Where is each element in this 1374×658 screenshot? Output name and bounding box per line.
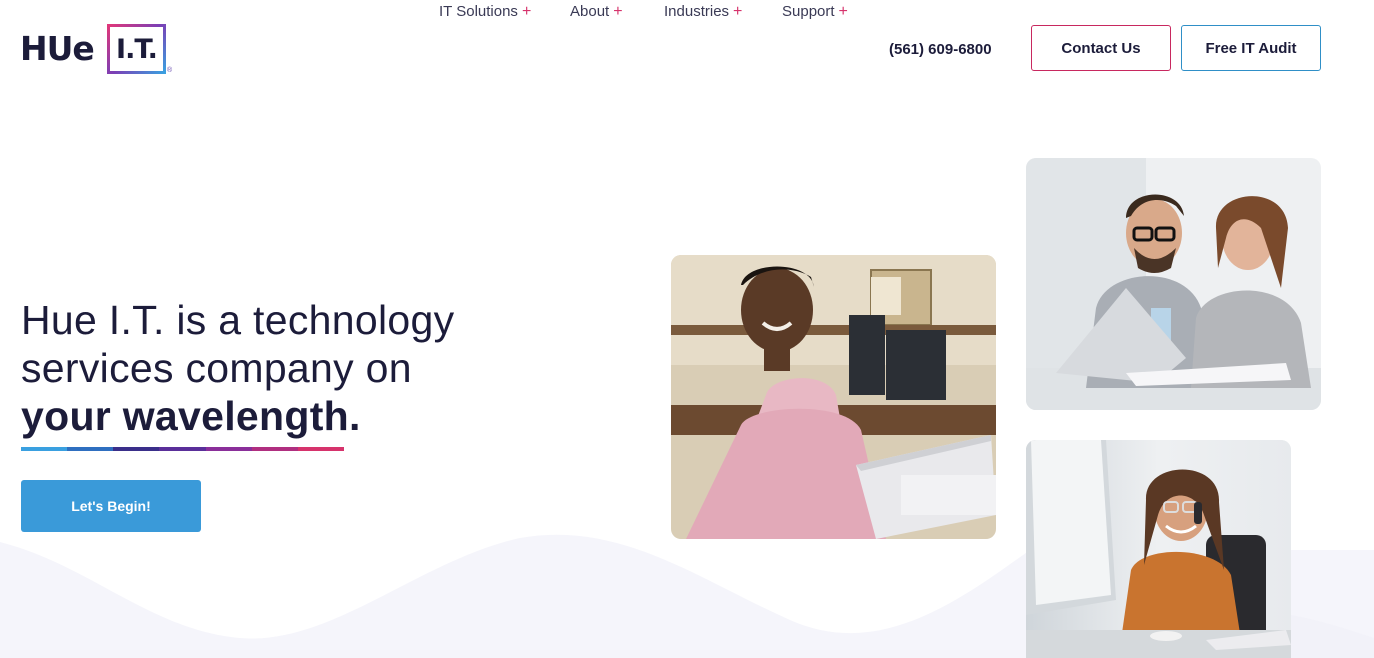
nav-item-industries[interactable]: Industries + xyxy=(664,0,742,24)
site-header: HUe I.T. ® IT Solutions + About + Industri… xyxy=(0,0,1374,100)
hero-accent: your wavelength. xyxy=(21,393,361,439)
plus-icon: + xyxy=(521,3,532,20)
woman-on-phone-photo xyxy=(1026,440,1291,658)
contact-us-button[interactable]: Contact Us xyxy=(1031,25,1171,71)
man-at-laptop-photo xyxy=(671,255,996,539)
logo-wordmark: HUe xyxy=(20,29,95,68)
nav-item-label: About xyxy=(570,3,610,20)
nav-item-it-solutions[interactable]: IT Solutions + xyxy=(439,0,531,24)
registered-mark: ® xyxy=(167,67,173,74)
logo[interactable]: HUe I.T. ® xyxy=(20,24,180,78)
logo-box-text: I.T. xyxy=(116,33,158,65)
lets-begin-button[interactable]: Let's Begin! xyxy=(21,480,201,532)
nav-item-label: Industries xyxy=(664,3,730,20)
logo-box: I.T. xyxy=(107,24,166,74)
gradient-underline xyxy=(21,447,344,451)
couple-at-laptop-photo xyxy=(1026,158,1321,410)
nav-item-label: Support xyxy=(782,3,835,20)
plus-icon: + xyxy=(838,3,848,20)
plus-icon: + xyxy=(613,3,623,20)
nav-item-label: IT Solutions xyxy=(439,3,518,20)
free-it-audit-button[interactable]: Free IT Audit xyxy=(1181,25,1321,71)
hero-heading: Hue I.T. is a technology services compan… xyxy=(21,296,541,440)
plus-icon: + xyxy=(733,3,743,20)
hero-line-1: Hue I.T. is a technology xyxy=(21,297,455,343)
hero-line-2: services company on xyxy=(21,345,412,391)
nav-item-support[interactable]: Support + xyxy=(782,0,848,24)
phone-link[interactable]: (561) 609-6800 xyxy=(889,38,992,62)
nav-item-about[interactable]: About + xyxy=(570,0,623,24)
